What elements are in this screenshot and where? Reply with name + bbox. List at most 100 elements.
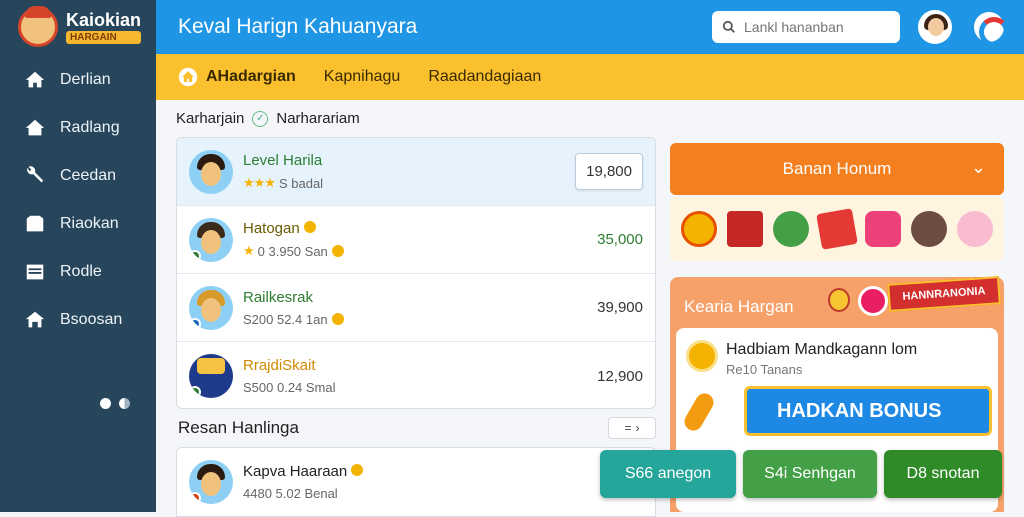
- item-meta: S500 0.24 Smal: [243, 380, 597, 395]
- sidebar-item-rodle[interactable]: Rodle: [0, 248, 156, 296]
- home-icon: [178, 67, 198, 87]
- sidebar-item-label: Rodle: [60, 263, 102, 280]
- sidebar-item-label: Riaokan: [60, 215, 119, 232]
- item-meta: S200 52.4 1an: [243, 312, 597, 327]
- item-meta: ★★★ S badal: [243, 175, 575, 191]
- action-button-2[interactable]: S4i Senhgan: [743, 450, 877, 498]
- game-icon[interactable]: [681, 211, 717, 247]
- coin-icon: [331, 245, 344, 257]
- breadcrumb-sub[interactable]: Narharariam: [276, 110, 359, 127]
- mascot-icon: [18, 6, 58, 47]
- game-icon[interactable]: [957, 211, 993, 247]
- promo-card-title: Hadbiam Mandkagann lom: [726, 341, 918, 358]
- meta-text: 4480 5.02 Benal: [243, 486, 338, 501]
- game-icon[interactable]: [865, 211, 901, 247]
- item-amount: 39,900: [597, 299, 643, 316]
- promo-card-sub: Re10 Tanans: [726, 362, 803, 377]
- topbar: Keval Harign Kahuanyara: [156, 0, 1024, 54]
- star-icon: ★★★: [243, 175, 276, 190]
- list-icon: [26, 264, 44, 280]
- item-name: Level Harila: [243, 152, 323, 169]
- tab-ahadargian[interactable]: AHadargian: [178, 67, 296, 87]
- sidebar-item-label: Radlang: [60, 119, 120, 136]
- player-list: Level Harila ★★★ S badal 19,800 Hatogan ★…: [176, 137, 656, 409]
- sidebar: Kaiokian HARGAIN Derlian Radlang Ceedan …: [0, 0, 156, 512]
- page-title: Keval Harign Kahuanyara: [178, 15, 418, 38]
- item-meta: 4480 5.02 Benal: [243, 486, 643, 501]
- item-amount: 35,000: [597, 231, 643, 248]
- item-amount: 12,900: [597, 367, 643, 385]
- meta-text: S200 52.4 1an: [243, 311, 328, 327]
- coin-icon: [351, 464, 364, 476]
- promo-title: Kearia Hargan: [684, 297, 794, 316]
- sidebar-item-derlian[interactable]: Derlian: [0, 56, 156, 104]
- avatar: [189, 217, 233, 262]
- badge-icon: [858, 286, 888, 316]
- star-icon: ★: [243, 243, 255, 258]
- subnav: AHadargian Kapnihagu Raadandagiaan: [156, 54, 1024, 100]
- bonus-dropdown[interactable]: Banan Honum ⌄: [670, 143, 1004, 195]
- search-box[interactable]: [712, 11, 900, 43]
- brand-logo[interactable]: Kaiokian HARGAIN: [0, 0, 156, 54]
- item-name: Kapva Haaraan: [243, 463, 643, 480]
- sidebar-item-radlang[interactable]: Radlang: [0, 104, 156, 152]
- dot[interactable]: [100, 398, 111, 409]
- pager-dots[interactable]: [100, 398, 130, 409]
- list-item[interactable]: Railkesrak S200 52.4 1an 39,900: [177, 274, 655, 342]
- bonus-dropdown-label: Banan Honum: [782, 159, 892, 178]
- item-name: RrajdiSkait: [243, 357, 316, 374]
- avatar[interactable]: [918, 10, 952, 44]
- list-item[interactable]: RrajdiSkait S500 0.24 Smal 12,900: [177, 342, 655, 408]
- sidebar-item-ceedan[interactable]: Ceedan: [0, 152, 156, 200]
- item-meta: ★ 0 3.950 San: [243, 243, 597, 259]
- avatar: [189, 460, 233, 504]
- list-item[interactable]: Kapva Haaraan 4480 5.02 Benal: [177, 448, 655, 516]
- breadcrumb: Karharjain ✓ Narharariam: [176, 110, 360, 127]
- app-logo-icon[interactable]: [974, 12, 1009, 47]
- search-input[interactable]: [744, 19, 884, 35]
- chevron-right-icon: ›: [635, 421, 640, 435]
- action-button-3[interactable]: D8 snotan: [884, 450, 1002, 498]
- check-icon: ✓: [252, 110, 269, 127]
- tab-label: AHadargian: [206, 68, 296, 85]
- item-name-text: Hatogan: [243, 220, 300, 237]
- item-name: Railkesrak: [243, 288, 314, 306]
- sidebar-item-label: Derlian: [60, 71, 111, 88]
- list-item[interactable]: Level Harila ★★★ S badal 19,800: [177, 138, 655, 206]
- item-name-text: Kapva Haaraan: [243, 463, 348, 480]
- tab-kapnihagu[interactable]: Kapnihagu: [324, 68, 401, 86]
- sort-label: =: [624, 421, 632, 435]
- tab-raadandagiaan[interactable]: Raadandagiaan: [428, 68, 541, 86]
- tab-label: Kapnihagu: [323, 68, 401, 85]
- meta-text: S500 0.24 Smal: [243, 380, 336, 395]
- coin-icon: [331, 313, 344, 325]
- tab-label: Raadandagiaan: [428, 68, 542, 85]
- avatar: [189, 285, 233, 330]
- inbox-icon: [26, 215, 44, 232]
- meta-text: 0 3.950 San: [257, 243, 328, 259]
- store-icon: [25, 311, 45, 328]
- game-icon[interactable]: [816, 208, 858, 250]
- avatar: [189, 354, 233, 398]
- sidebar-item-riaokan[interactable]: Riaokan: [0, 200, 156, 248]
- sidebar-item-label: Ceedan: [60, 167, 117, 184]
- house-icon: [25, 119, 45, 136]
- sidebar-item-bsoosan[interactable]: Bsoosan: [0, 296, 156, 344]
- meta-text: S badal: [278, 175, 324, 191]
- bonus-banner[interactable]: HADKAN BONUS: [744, 386, 992, 436]
- home-icon: [25, 71, 45, 88]
- breadcrumb-section[interactable]: Karharjain: [176, 110, 244, 127]
- game-icon[interactable]: [911, 211, 947, 247]
- game-icon[interactable]: [727, 211, 763, 247]
- coin-icon: [686, 340, 718, 372]
- section-title: Resan Hanlinga: [178, 418, 299, 437]
- list-item[interactable]: Hatogan ★ 0 3.950 San 35,000: [177, 206, 655, 274]
- sort-button[interactable]: = ›: [608, 417, 656, 439]
- coin-icon: [828, 288, 850, 312]
- player-list-2: Kapva Haaraan 4480 5.02 Benal: [176, 447, 656, 517]
- search-icon: [722, 20, 735, 33]
- price-box[interactable]: 19,800: [575, 153, 643, 190]
- dot[interactable]: [119, 398, 130, 409]
- game-icon[interactable]: [773, 211, 809, 247]
- action-button-1[interactable]: S66 anegon: [600, 450, 736, 498]
